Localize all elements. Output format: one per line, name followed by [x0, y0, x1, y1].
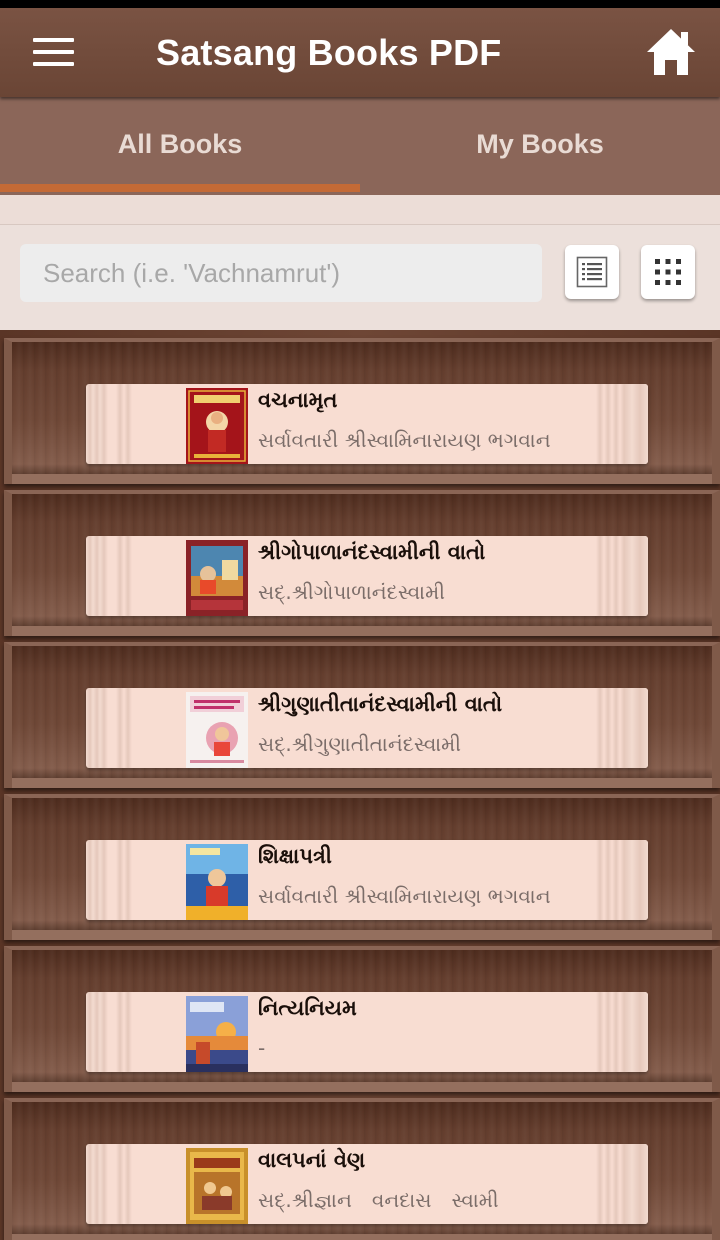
- status-bar: [0, 0, 720, 8]
- book-title: વાલપનાં વેણ: [258, 1148, 366, 1172]
- book-title: નિત્યનિયમ: [258, 996, 357, 1020]
- shelf: વચનામૃત સર્વાવતારી શ્રીસ્વામિનારાયણ ભગવા…: [4, 338, 720, 484]
- book-item[interactable]: શ્રીગોપાળાનંદસ્વામીની વાતો સદ્.શ્રીગોપાળ…: [86, 536, 648, 616]
- book-author: સદ્.શ્રીગુણાતીતાનંદસ્વામી: [258, 732, 462, 756]
- grid-view-button[interactable]: [641, 245, 695, 299]
- book-item[interactable]: શિક્ષાપત્રી સર્વાવતારી શ્રીસ્વામિનારાયણ …: [86, 840, 648, 920]
- book-cover-image: [186, 540, 248, 616]
- tab-my-books[interactable]: My Books: [360, 97, 720, 195]
- book-cover-image: [186, 388, 248, 464]
- tab-label: My Books: [476, 129, 604, 159]
- menu-line: [33, 50, 74, 54]
- list-view-icon: [576, 256, 608, 288]
- book-author: સદ્.શ્રીગોપાળાનંદસ્વામી: [258, 580, 445, 604]
- book-cover-image: [186, 692, 248, 768]
- book-author: -: [258, 1036, 266, 1060]
- search-input[interactable]: [20, 244, 542, 302]
- list-view-button[interactable]: [565, 245, 619, 299]
- search-toolbar: [0, 225, 720, 330]
- book-title: શિક્ષાપત્રી: [258, 844, 332, 868]
- shelf: શ્રીગુણાતીતાનંદસ્વામીની વાતો સદ્.શ્રીગુણ…: [4, 642, 720, 788]
- book-item[interactable]: શ્રીગુણાતીતાનંદસ્વામીની વાતો સદ્.શ્રીગુણ…: [86, 688, 648, 768]
- menu-line: [33, 62, 74, 66]
- book-author: સદ્.શ્રીજ્ઞાન વનદાસ સ્વામી: [258, 1188, 499, 1212]
- book-item[interactable]: નિત્યનિયમ -: [86, 992, 648, 1072]
- app-bar: Satsang Books PDF: [0, 8, 720, 97]
- book-item[interactable]: વચનામૃત સર્વાવતારી શ્રીસ્વામિનારાયણ ભગવા…: [86, 384, 648, 464]
- book-author: સર્વાવતારી શ્રીસ્વામિનારાયણ ભગવાન: [258, 884, 551, 908]
- bookshelf: વચનામૃત સર્વાવતારી શ્રીસ્વામિનારાયણ ભગવા…: [0, 330, 720, 1240]
- book-title: વચનામૃત: [258, 388, 338, 412]
- shelf: શ્રીગોપાળાનંદસ્વામીની વાતો સદ્.શ્રીગોપાળ…: [4, 490, 720, 636]
- shelf: શિક્ષાપત્રી સર્વાવતારી શ્રીસ્વામિનારાયણ …: [4, 794, 720, 940]
- home-icon[interactable]: [645, 26, 697, 78]
- shelf: નિત્યનિયમ -: [4, 946, 720, 1092]
- tab-all-books[interactable]: All Books: [0, 97, 360, 195]
- book-title: શ્રીગુણાતીતાનંદસ્વામીની વાતો: [258, 692, 503, 716]
- app-title: Satsang Books PDF: [156, 32, 502, 73]
- book-author: સર્વાવતારી શ્રીસ્વામિનારાયણ ભગવાન: [258, 428, 551, 452]
- book-cover-image: [186, 1148, 248, 1224]
- shelf: વાલપનાં વેણ સદ્.શ્રીજ્ઞાન વનદાસ સ્વામી: [4, 1098, 720, 1240]
- book-item[interactable]: વાલપનાં વેણ સદ્.શ્રીજ્ઞાન વનદાસ સ્વામી: [86, 1144, 648, 1224]
- tab-label: All Books: [117, 129, 243, 159]
- divider: [0, 195, 720, 225]
- grid-view-icon: [655, 259, 681, 285]
- tab-indicator: [0, 184, 360, 192]
- tab-bar: All Books My Books: [0, 97, 720, 195]
- book-cover-image: [186, 996, 248, 1072]
- book-cover-image: [186, 844, 248, 920]
- book-title: શ્રીગોપાળાનંદસ્વામીની વાતો: [258, 540, 486, 564]
- menu-line: [33, 38, 74, 42]
- hamburger-menu-icon[interactable]: [33, 36, 74, 68]
